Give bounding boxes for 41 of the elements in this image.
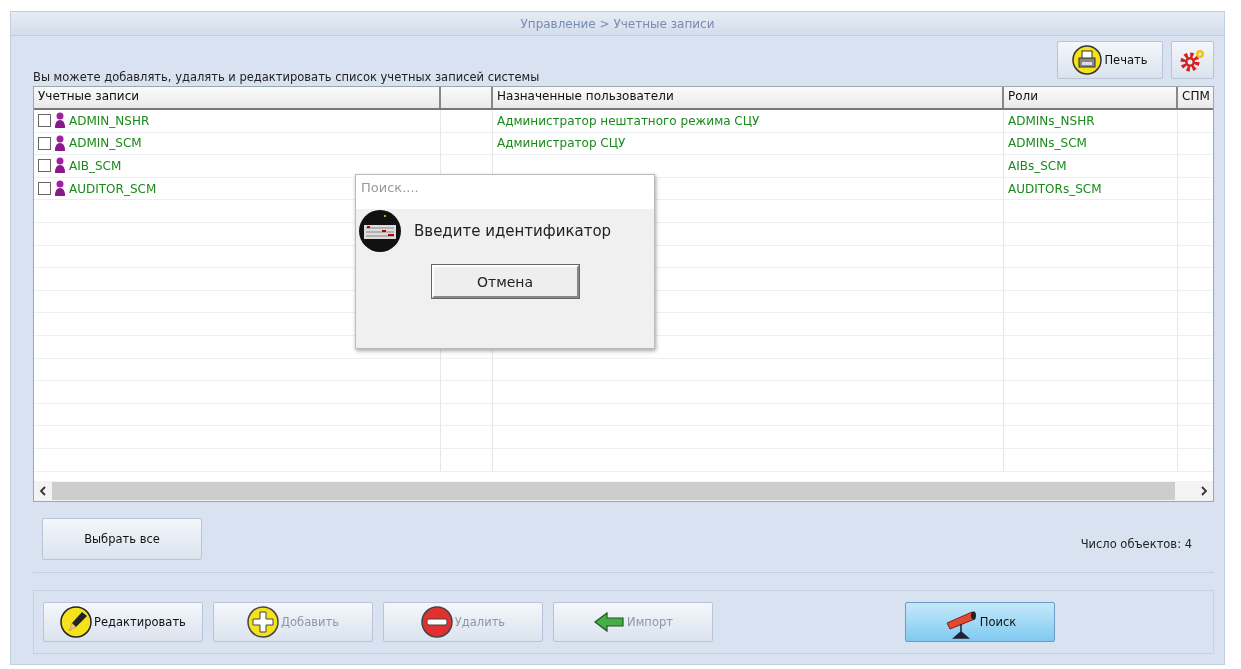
- user-icon: [54, 134, 66, 152]
- column-header[interactable]: Роли: [1004, 87, 1178, 108]
- table-cell: ADMINs_NSHR: [1008, 113, 1095, 128]
- user-icon: [54, 112, 66, 130]
- table-cell: Администратор СЦУ: [497, 136, 626, 151]
- select-all-button[interactable]: Выбрать все: [42, 518, 202, 560]
- column-header[interactable]: Учетные записи: [34, 87, 441, 108]
- print-button[interactable]: Печать: [1057, 41, 1163, 79]
- table-cell: ADMINs_SCM: [1008, 136, 1087, 151]
- arrow-left-icon: [593, 611, 626, 633]
- printer-icon: [1072, 45, 1103, 75]
- horizontal-scrollbar[interactable]: [34, 481, 1213, 501]
- cancel-button[interactable]: Отмена: [431, 265, 579, 298]
- account-name: ADMIN_NSHR: [69, 113, 150, 128]
- dialog-title: Поиск....: [356, 175, 654, 209]
- row-checkbox[interactable]: [38, 182, 51, 196]
- minus-icon: [420, 606, 453, 638]
- pen-icon: [60, 606, 93, 638]
- column-header[interactable]: Назначенные пользователи: [493, 87, 1004, 108]
- table-cell: AIBs_SCM: [1008, 159, 1067, 173]
- user-icon: [54, 157, 66, 175]
- object-count: Число объектов: 4: [1080, 537, 1192, 551]
- user-icon: [54, 180, 66, 198]
- settings-icon: [1178, 47, 1207, 73]
- row-checkbox[interactable]: [38, 136, 51, 150]
- keyboard-icon: [358, 209, 402, 253]
- row-checkbox[interactable]: [38, 159, 51, 173]
- dialog-message: Введите идентификатор: [414, 222, 612, 240]
- row-checkbox[interactable]: [38, 114, 51, 128]
- account-name: ADMIN_SCM: [69, 136, 142, 151]
- breadcrumb: Управление > Учетные записи: [520, 16, 715, 31]
- account-name: AUDITOR_SCM: [69, 181, 157, 196]
- column-header[interactable]: СПМ: [1178, 87, 1213, 108]
- description-text: Вы можете добавлять, удалять и редактировать список учетных записей системы: [33, 70, 540, 84]
- action-button[interactable]: Редактировать: [43, 602, 203, 642]
- table-cell: AUDITORs_SCM: [1008, 181, 1102, 196]
- account-name: AIB_SCM: [69, 159, 122, 173]
- search-button[interactable]: Поиск: [905, 602, 1055, 642]
- plus-icon: [247, 606, 280, 638]
- table-cell: Администратор нештатного режима СЦУ: [497, 113, 760, 128]
- settings-button[interactable]: [1171, 41, 1214, 79]
